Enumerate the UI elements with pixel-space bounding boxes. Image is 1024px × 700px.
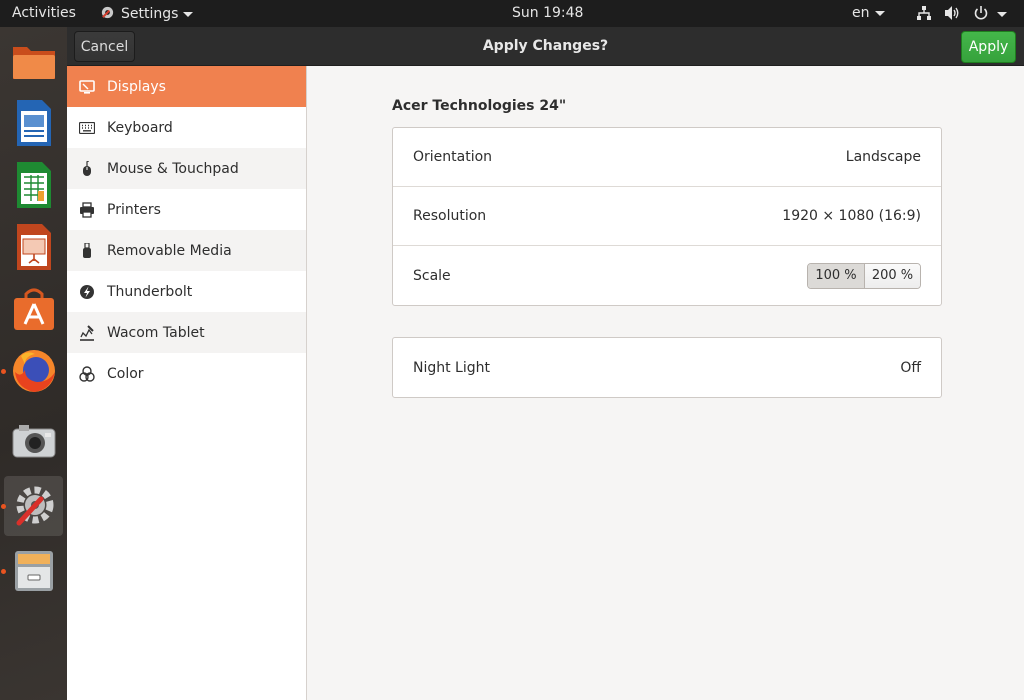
- dock-impress[interactable]: [4, 217, 63, 277]
- power-icon: [974, 6, 988, 20]
- dialog-title: Apply Changes?: [482, 38, 609, 54]
- scale-option-100[interactable]: 100 %: [808, 263, 864, 288]
- volume-icon[interactable]: [944, 5, 961, 26]
- dock-settings[interactable]: [1, 476, 63, 536]
- dock-files[interactable]: [4, 31, 63, 91]
- clock[interactable]: Sun 19:48: [512, 5, 583, 22]
- color-icon: [79, 365, 95, 382]
- display-settings-list: Orientation Landscape Resolution 1920 × …: [392, 127, 942, 306]
- sidebar-item-label: Removable Media: [107, 242, 232, 259]
- app-menu[interactable]: Settings: [100, 5, 194, 23]
- sidebar-item-label: Printers: [107, 201, 161, 218]
- sidebar-item-label: Displays: [107, 78, 166, 95]
- resolution-row[interactable]: Resolution 1920 × 1080 (16:9): [393, 187, 941, 246]
- software-icon: [13, 288, 54, 330]
- impress-icon: [16, 224, 51, 270]
- dock-archive[interactable]: [1, 541, 63, 601]
- settings-gear-icon: [101, 6, 114, 19]
- dock-firefox[interactable]: [1, 341, 63, 401]
- orientation-row[interactable]: Orientation Landscape: [393, 128, 941, 187]
- tablet-icon: [79, 324, 95, 341]
- night-light-row[interactable]: Night Light Off: [393, 338, 941, 397]
- dock-software[interactable]: [4, 279, 63, 339]
- sidebar: Displays Keyboard Mouse & Touchpad Print…: [67, 66, 307, 700]
- header-bar: Cancel Apply Changes? Apply: [67, 27, 1024, 66]
- calc-icon: [16, 162, 51, 208]
- settings-icon: [16, 486, 53, 526]
- scale-label: Scale: [413, 267, 451, 284]
- resolution-value: 1920 × 1080 (16:9): [782, 208, 921, 224]
- camera-icon: [12, 425, 55, 458]
- chevron-down-icon: [183, 11, 194, 17]
- dock: [0, 27, 67, 700]
- sidebar-item-label: Thunderbolt: [107, 283, 193, 300]
- scale-row: Scale 100 % 200 %: [393, 246, 941, 305]
- thunderbolt-icon: [79, 284, 95, 300]
- scale-toggle: 100 % 200 %: [807, 262, 921, 289]
- settings-window: Cancel Apply Changes? Apply Displays Key…: [67, 27, 1024, 700]
- night-light-label: Night Light: [413, 359, 490, 376]
- writer-icon: [16, 100, 51, 146]
- dock-writer[interactable]: [4, 93, 63, 153]
- night-light-value: Off: [900, 359, 921, 376]
- app-menu-label: Settings: [121, 6, 179, 22]
- cancel-button[interactable]: Cancel: [74, 31, 135, 62]
- displays-panel: Acer Technologies 24" Orientation Landsc…: [307, 66, 1024, 700]
- printer-icon: [79, 201, 95, 218]
- power-menu[interactable]: [973, 5, 1007, 26]
- files-icon: [12, 47, 55, 79]
- orientation-value: Landscape: [845, 149, 921, 165]
- chevron-down-icon: [997, 12, 1007, 17]
- sidebar-item-printers[interactable]: Printers: [67, 189, 306, 230]
- sidebar-item-color[interactable]: Color: [67, 353, 306, 394]
- keyboard-layout-label: en: [852, 5, 870, 21]
- firefox-icon: [12, 350, 55, 392]
- resolution-label: Resolution: [413, 208, 487, 224]
- running-indicator: [1, 504, 6, 509]
- sidebar-item-label: Color: [107, 365, 144, 382]
- sidebar-item-wacom-tablet[interactable]: Wacom Tablet: [67, 312, 306, 353]
- mouse-icon: [79, 160, 95, 177]
- activities-button[interactable]: Activities: [12, 5, 76, 22]
- sidebar-item-removable-media[interactable]: Removable Media: [67, 230, 306, 271]
- running-indicator: [1, 369, 6, 374]
- apply-button[interactable]: Apply: [961, 31, 1016, 63]
- monitor-name: Acer Technologies 24": [392, 98, 567, 114]
- archive-icon: [14, 551, 53, 591]
- sidebar-item-mouse-touchpad[interactable]: Mouse & Touchpad: [67, 148, 306, 189]
- sidebar-item-label: Mouse & Touchpad: [107, 160, 239, 177]
- sidebar-item-label: Wacom Tablet: [107, 324, 205, 341]
- keyboard-layout-indicator[interactable]: en: [852, 5, 885, 22]
- orientation-label: Orientation: [413, 149, 493, 165]
- scale-option-200[interactable]: 200 %: [864, 263, 920, 288]
- usb-icon: [79, 242, 95, 259]
- dock-calc[interactable]: [4, 155, 63, 215]
- running-indicator: [1, 569, 6, 574]
- chevron-down-icon: [874, 10, 885, 16]
- display-icon: [79, 79, 95, 95]
- top-bar: Activities Settings Sun 19:48 en: [0, 0, 1024, 27]
- network-icon[interactable]: [916, 5, 932, 26]
- sidebar-item-displays[interactable]: Displays: [67, 66, 306, 107]
- sidebar-item-keyboard[interactable]: Keyboard: [67, 107, 306, 148]
- sidebar-item-label: Keyboard: [107, 119, 173, 136]
- keyboard-icon: [79, 120, 95, 136]
- dock-camera[interactable]: [4, 411, 63, 471]
- night-light-list: Night Light Off: [392, 337, 942, 398]
- sidebar-item-thunderbolt[interactable]: Thunderbolt: [67, 271, 306, 312]
